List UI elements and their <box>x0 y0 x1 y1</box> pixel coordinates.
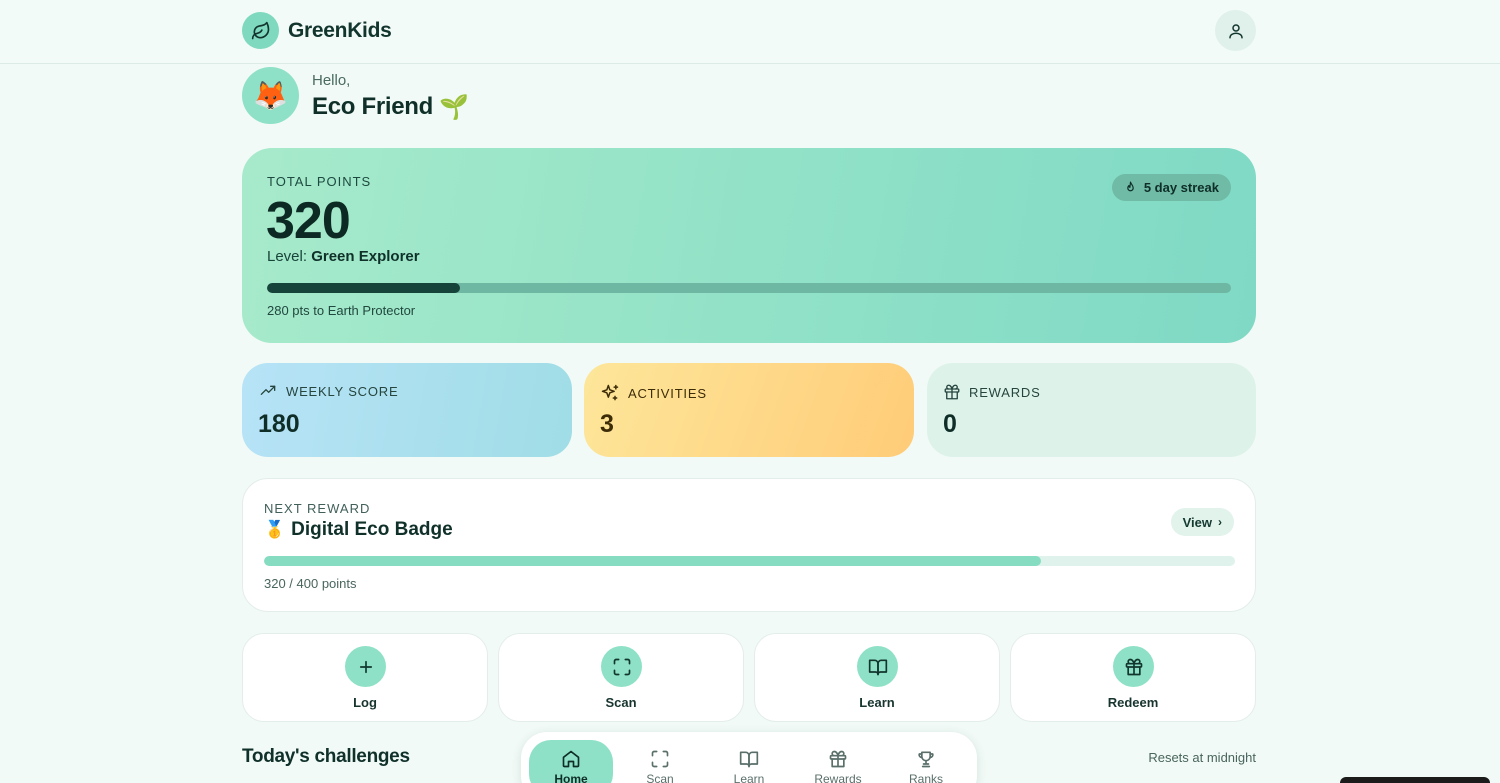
profile-button[interactable] <box>1215 10 1256 51</box>
points-card: TOTAL POINTS 320 Level: Green Explorer 5… <box>242 148 1256 343</box>
next-reward-card: NEXT REWARD 🥇 Digital Eco Badge View › 3… <box>242 478 1256 612</box>
greeting: 🦊 Hello, Eco Friend 🌱 <box>242 67 469 124</box>
nav-scan-label: Scan <box>646 772 674 783</box>
nav-learn-label: Learn <box>733 772 765 783</box>
trending-up-icon <box>260 385 276 395</box>
trophy-icon <box>918 751 934 768</box>
medal-icon: 🥇 <box>264 520 286 539</box>
user-name: Eco Friend 🌱 <box>312 93 469 122</box>
nav-home[interactable]: Home <box>529 740 613 783</box>
total-points-value: 320 <box>266 192 351 250</box>
next-reward-label: NEXT REWARD <box>264 501 371 516</box>
top-bar: GreenKids <box>0 0 1500 64</box>
weekly-score-label: WEEKLY SCORE <box>286 383 399 399</box>
total-points-label: TOTAL POINTS <box>267 174 372 189</box>
sparkles-icon <box>601 384 619 401</box>
overlay-strip <box>1340 777 1490 783</box>
level-prefix: Level: <box>267 248 312 265</box>
rewards-card[interactable]: REWARDS 0 <box>927 363 1256 457</box>
activities-card[interactable]: ACTIVITIES 3 <box>584 363 914 457</box>
home-icon <box>562 750 580 768</box>
log-action-button[interactable]: Log <box>242 633 488 722</box>
reward-progress-bar <box>264 556 1235 566</box>
level-progress-fill <box>267 283 460 293</box>
level-progress-text: 280 pts to Earth Protector <box>267 303 416 318</box>
book-icon <box>739 751 759 768</box>
reward-progress-text: 320 / 400 points <box>264 576 357 591</box>
view-reward-button[interactable]: View › <box>1170 508 1234 536</box>
resets-text: Resets at midnight <box>1148 750 1256 765</box>
brand[interactable]: GreenKids <box>242 12 392 49</box>
challenges-title: Today's challenges <box>242 746 410 767</box>
sprout-icon: 🌱 <box>439 93 469 121</box>
scan-icon <box>601 646 642 687</box>
nav-home-label: Home <box>554 772 588 783</box>
nav-ranks[interactable]: Ranks <box>884 740 968 783</box>
view-button-label: View <box>1182 514 1212 530</box>
redeem-action-button[interactable]: Redeem <box>1010 633 1256 722</box>
app-name: GreenKids <box>288 18 392 42</box>
scan-action-label: Scan <box>605 695 637 710</box>
streak-badge: 5 day streak <box>1111 174 1231 201</box>
user-name-label: Eco Friend <box>312 93 434 120</box>
scan-action-button[interactable]: Scan <box>498 633 744 722</box>
hello-text: Hello, <box>312 71 351 89</box>
weekly-score-card[interactable]: WEEKLY SCORE 180 <box>242 363 572 457</box>
book-icon <box>857 646 898 687</box>
level-name: Green Explorer <box>311 248 420 265</box>
avatar[interactable]: 🦊 <box>242 67 299 124</box>
rewards-label: REWARDS <box>969 384 1041 400</box>
gift-icon <box>829 750 847 768</box>
next-reward-name: Digital Eco Badge <box>291 519 453 540</box>
nav-scan[interactable]: Scan <box>618 740 702 783</box>
nav-learn[interactable]: Learn <box>707 740 791 783</box>
log-action-label: Log <box>353 695 377 710</box>
gift-icon <box>944 384 960 400</box>
nav-rewards-label: Rewards <box>814 772 862 783</box>
user-icon <box>1228 23 1243 38</box>
weekly-score-value: 180 <box>258 410 300 438</box>
gift-icon <box>1113 646 1154 687</box>
reward-progress-fill <box>264 556 1041 566</box>
learn-action-label: Learn <box>859 695 895 710</box>
learn-action-button[interactable]: Learn <box>754 633 1000 722</box>
plus-icon <box>345 646 386 687</box>
activities-label: ACTIVITIES <box>628 385 707 401</box>
redeem-action-label: Redeem <box>1107 695 1159 710</box>
chevron-right-icon: › <box>1218 515 1222 529</box>
flame-icon <box>1127 181 1134 192</box>
rewards-value: 0 <box>943 410 957 438</box>
level-text: Level: Green Explorer <box>267 248 420 265</box>
nav-ranks-label: Ranks <box>908 772 943 783</box>
level-progress-bar <box>267 283 1231 293</box>
activities-value: 3 <box>600 410 614 438</box>
leaf-icon <box>242 12 279 49</box>
streak-text: 5 day streak <box>1143 180 1219 195</box>
next-reward-title: 🥇 Digital Eco Badge <box>264 519 453 541</box>
nav-rewards[interactable]: Rewards <box>796 740 880 783</box>
bottom-nav: Home Scan Learn Rewards Ranks <box>521 732 977 783</box>
scan-icon <box>651 750 669 768</box>
